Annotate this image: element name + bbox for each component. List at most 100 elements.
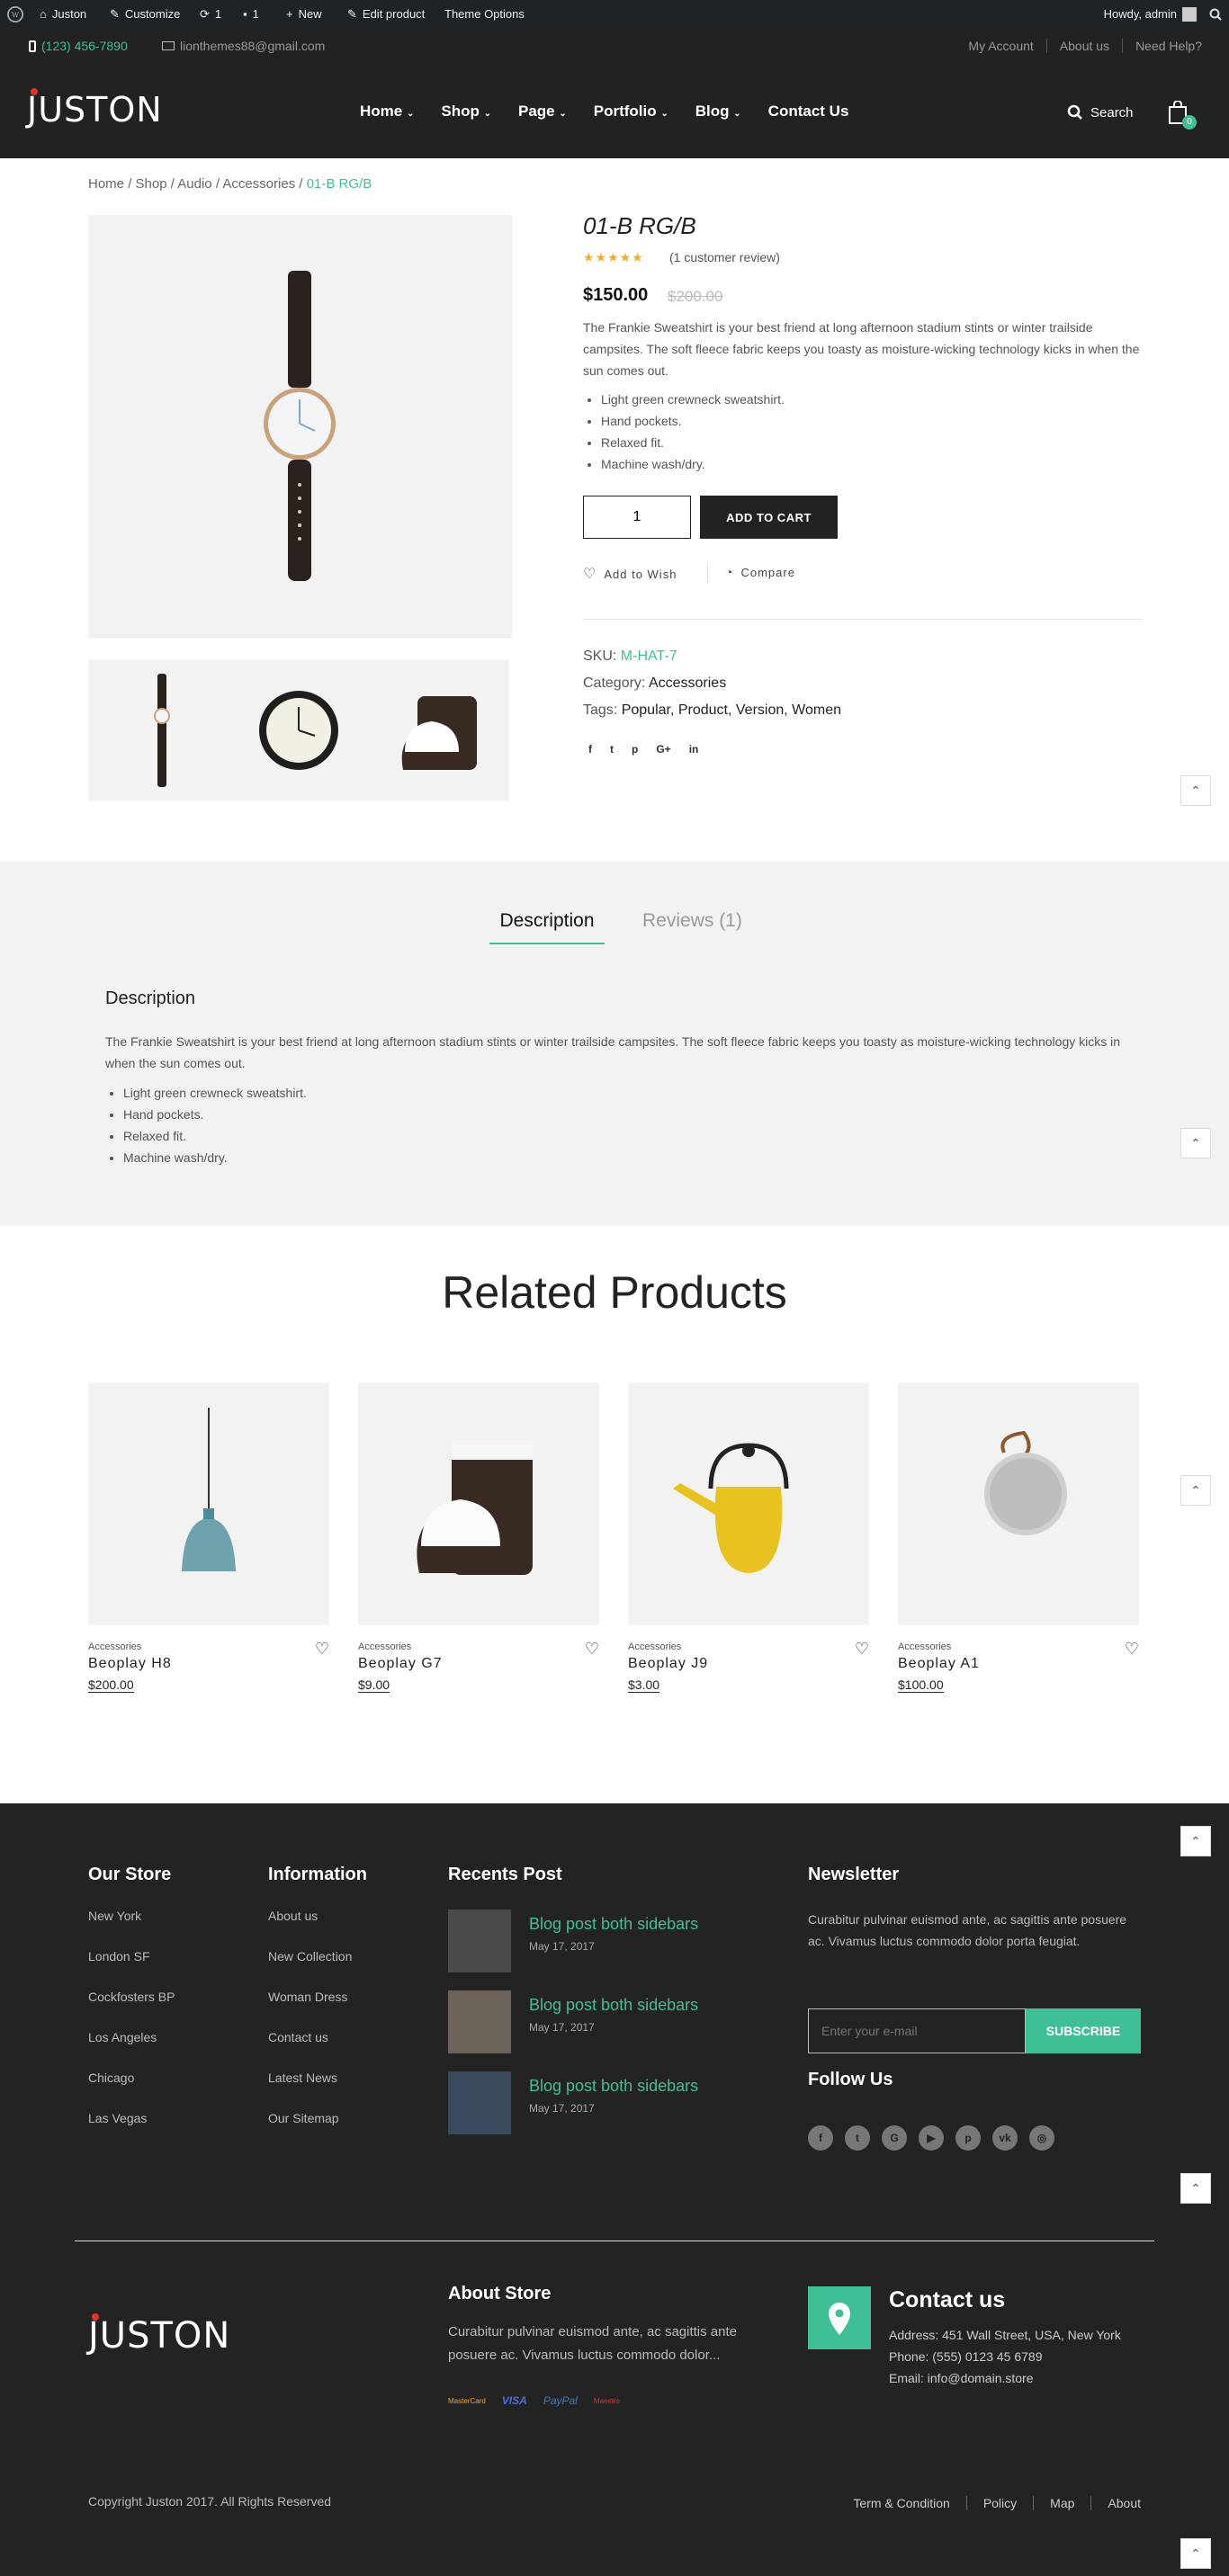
admin-theme-options-link[interactable]: Theme Options	[444, 0, 525, 29]
admin-updates-link[interactable]: ⟳ 1	[200, 0, 221, 29]
admin-site-link[interactable]: ⌂ Juston	[40, 0, 86, 29]
post-title[interactable]: Blog post both sidebars	[529, 2077, 698, 2096]
twitter-icon[interactable]: t	[845, 2125, 870, 2151]
nav-blog[interactable]: Blog ⌄	[695, 103, 741, 121]
product-name[interactable]: Beoplay J9	[628, 1656, 869, 1672]
info-link[interactable]: Latest News	[268, 2071, 367, 2111]
product-category[interactable]: Accessories	[628, 1641, 869, 1652]
store-link[interactable]: Cockfosters BP	[88, 1990, 175, 2030]
heart-icon[interactable]: ♡	[585, 1640, 599, 1659]
post-title[interactable]: Blog post both sidebars	[529, 1996, 698, 2015]
admin-new-link[interactable]: + New	[286, 0, 322, 29]
breadcrumb-shop[interactable]: Shop	[136, 176, 167, 192]
product-category[interactable]: Accessories	[898, 1641, 1139, 1652]
admin-comments-link[interactable]: ▪ 1	[243, 0, 259, 29]
product-card[interactable]: Accessories Beoplay G7 $9.00 ♡	[358, 1382, 599, 1694]
product-category[interactable]: Accessories	[88, 1641, 329, 1652]
thumbnail-watch[interactable]	[154, 674, 170, 787]
product-name[interactable]: Beoplay A1	[898, 1656, 1139, 1672]
scroll-top-button[interactable]: ⌃	[1180, 2173, 1211, 2204]
google-plus-icon[interactable]: G+	[656, 743, 670, 756]
scroll-top-button[interactable]: ⌃	[1180, 1128, 1211, 1158]
store-link[interactable]: London SF	[88, 1949, 175, 1990]
product-card[interactable]: Accessories Beoplay H8 $200.00 ♡	[88, 1382, 329, 1694]
admin-howdy[interactable]: Howdy, admin	[1104, 0, 1197, 29]
post-title[interactable]: Blog post both sidebars	[529, 1915, 698, 1934]
product-image[interactable]	[358, 1382, 599, 1625]
breadcrumb-accessories[interactable]: Accessories	[222, 176, 295, 192]
scroll-top-button[interactable]: ⌃	[1180, 1826, 1211, 1856]
nav-portfolio[interactable]: Portfolio ⌄	[594, 103, 668, 121]
footer-logo[interactable]: JUSTON	[88, 2313, 230, 2357]
search-icon[interactable]	[1209, 0, 1222, 29]
info-link[interactable]: About us	[268, 1909, 367, 1949]
thumbnail-clock[interactable]	[259, 691, 338, 770]
info-link[interactable]: Contact us	[268, 2030, 367, 2071]
my-account-link[interactable]: My Account	[955, 39, 1045, 53]
store-link[interactable]: Chicago	[88, 2071, 175, 2111]
instagram-icon[interactable]: ◎	[1029, 2125, 1054, 2151]
cart-button[interactable]: 0	[1168, 100, 1197, 130]
youtube-icon[interactable]: ▶	[919, 2125, 944, 2151]
twitter-icon[interactable]: t	[610, 743, 614, 756]
product-image[interactable]	[88, 1382, 329, 1625]
breadcrumb-audio[interactable]: Audio	[177, 176, 211, 192]
product-category[interactable]: Accessories	[358, 1641, 599, 1652]
info-link[interactable]: Woman Dress	[268, 1990, 367, 2030]
product-name[interactable]: Beoplay G7	[358, 1656, 599, 1672]
thumbnail-vases[interactable]	[401, 696, 477, 770]
store-link[interactable]: Los Angeles	[88, 2030, 175, 2071]
product-name[interactable]: Beoplay H8	[88, 1656, 329, 1672]
admin-customize-link[interactable]: ✎ Customize	[110, 0, 180, 29]
pinterest-icon[interactable]: p	[632, 743, 638, 756]
google-plus-icon[interactable]: G	[882, 2125, 907, 2151]
nav-home[interactable]: Home ⌄	[360, 103, 414, 121]
post-thumbnail[interactable]	[448, 2071, 511, 2134]
newsletter-email-input[interactable]	[808, 2008, 1026, 2053]
product-image[interactable]	[898, 1382, 1139, 1625]
tab-description[interactable]: Description	[489, 910, 605, 944]
compare-button[interactable]: ◔ Compare	[725, 565, 795, 579]
linkedin-icon[interactable]: in	[689, 743, 699, 756]
tab-reviews[interactable]: Reviews (1)	[642, 910, 742, 932]
info-link[interactable]: New Collection	[268, 1949, 367, 1990]
about-link[interactable]: About	[1090, 2496, 1141, 2510]
review-count-link[interactable]: (1 customer review)	[669, 250, 780, 264]
store-link[interactable]: New York	[88, 1909, 175, 1949]
facebook-icon[interactable]: f	[808, 2125, 833, 2151]
pinterest-icon[interactable]: p	[955, 2125, 981, 2151]
policy-link[interactable]: Policy	[965, 2496, 1033, 2510]
add-to-cart-button[interactable]: ADD TO CART	[700, 496, 838, 539]
wordpress-icon[interactable]: W	[7, 0, 23, 29]
heart-icon[interactable]: ♡	[855, 1640, 869, 1659]
product-image[interactable]	[628, 1382, 869, 1625]
need-help-link[interactable]: Need Help?	[1122, 39, 1202, 53]
product-main-image[interactable]	[88, 215, 512, 639]
site-logo[interactable]: JUSTON	[27, 88, 163, 130]
admin-edit-link[interactable]: ✎ Edit product	[347, 0, 425, 29]
post-thumbnail[interactable]	[448, 1990, 511, 2053]
map-link[interactable]: Map	[1033, 2496, 1090, 2510]
facebook-icon[interactable]: f	[588, 743, 592, 756]
nav-shop[interactable]: Shop ⌄	[441, 103, 491, 121]
heart-icon[interactable]: ♡	[1125, 1640, 1139, 1659]
breadcrumb-home[interactable]: Home	[88, 176, 124, 192]
info-link[interactable]: Our Sitemap	[268, 2111, 367, 2151]
scroll-top-button[interactable]: ⌃	[1180, 1475, 1211, 1506]
product-card[interactable]: Accessories Beoplay J9 $3.00 ♡	[628, 1382, 869, 1694]
product-card[interactable]: Accessories Beoplay A1 $100.00 ♡	[898, 1382, 1139, 1694]
header-search[interactable]: Search	[1067, 104, 1134, 121]
tags-links[interactable]: Popular, Product, Version, Women	[622, 702, 841, 718]
nav-contact-us[interactable]: Contact Us	[768, 103, 849, 121]
quantity-input[interactable]	[583, 496, 691, 539]
heart-icon[interactable]: ♡	[315, 1640, 329, 1659]
store-link[interactable]: Las Vegas	[88, 2111, 175, 2151]
add-to-wishlist-button[interactable]: ♡ Add to Wish	[583, 565, 677, 583]
about-us-link[interactable]: About us	[1045, 39, 1122, 53]
scroll-top-button[interactable]: ⌃	[1180, 2538, 1211, 2569]
post-thumbnail[interactable]	[448, 1910, 511, 1972]
terms-link[interactable]: Term & Condition	[853, 2496, 965, 2510]
rating-stars[interactable]: ★★★★★	[583, 250, 644, 265]
category-link[interactable]: Accessories	[649, 675, 726, 691]
nav-page[interactable]: Page ⌄	[518, 103, 567, 121]
